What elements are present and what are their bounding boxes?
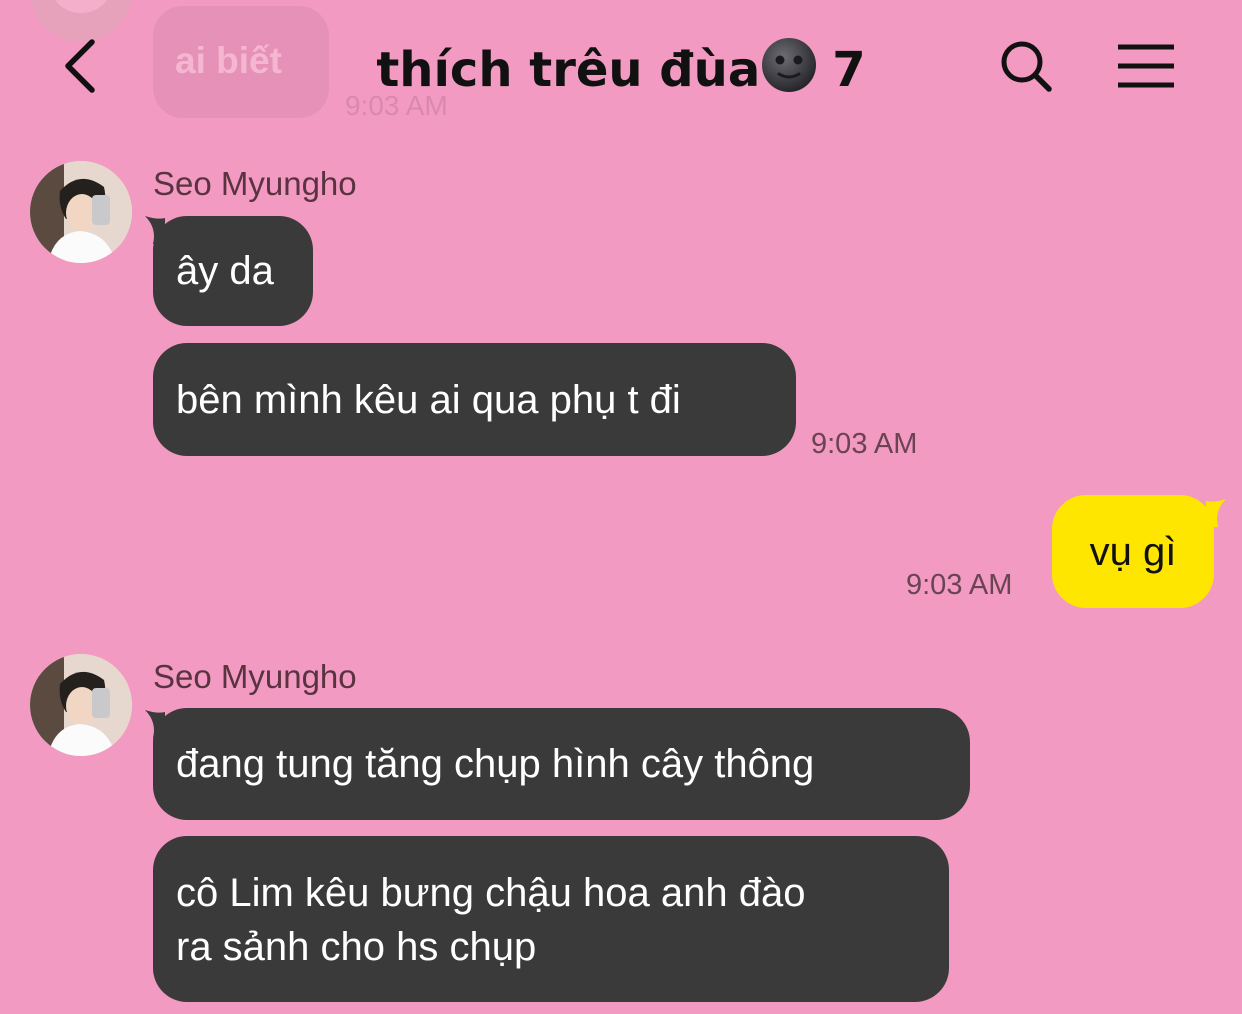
new-moon-face-icon <box>760 36 818 94</box>
avatar-photo <box>30 654 132 756</box>
message-bubble[interactable]: bên mình kêu ai qua phụ t đi <box>153 343 796 456</box>
avatar-photo <box>30 161 132 263</box>
chat-title-text: thích trêu đùa <box>376 42 761 98</box>
message-text: bên mình kêu ai qua phụ t đi <box>176 377 681 422</box>
sender-name: Seo Myungho <box>153 165 357 202</box>
chat-title: thích trêu đùa 7 <box>0 36 1242 98</box>
message-text: ây da <box>176 249 274 293</box>
avatar[interactable] <box>30 161 132 263</box>
search-button[interactable] <box>998 38 1054 94</box>
member-count: 7 <box>832 42 866 98</box>
message-text-line: ra sảnh cho hs chụp <box>176 925 537 969</box>
message-text-line: cô Lim kêu bưng chậu hoa anh đào <box>176 871 806 915</box>
search-icon <box>1001 41 1052 92</box>
message-bubble[interactable]: đang tung tăng chụp hình cây thông <box>153 708 970 820</box>
bubble-tail <box>1206 499 1226 527</box>
message-time: 9:03 AM <box>906 569 1013 601</box>
menu-button[interactable] <box>1116 44 1176 88</box>
message-text: vụ gì <box>1089 529 1177 574</box>
sender-name: Seo Myungho <box>153 658 357 695</box>
message-bubble[interactable]: cô Lim kêu bưng chậu hoa anh đào ra sảnh… <box>153 836 949 1002</box>
avatar[interactable] <box>30 654 132 756</box>
message-time: 9:03 AM <box>811 428 918 460</box>
message-text: đang tung tăng chụp hình cây thông <box>176 742 815 786</box>
outgoing-message-bubble[interactable]: vụ gì <box>1052 495 1214 608</box>
message-bubble[interactable]: ây da <box>153 216 313 326</box>
hamburger-menu-icon <box>1118 44 1174 88</box>
